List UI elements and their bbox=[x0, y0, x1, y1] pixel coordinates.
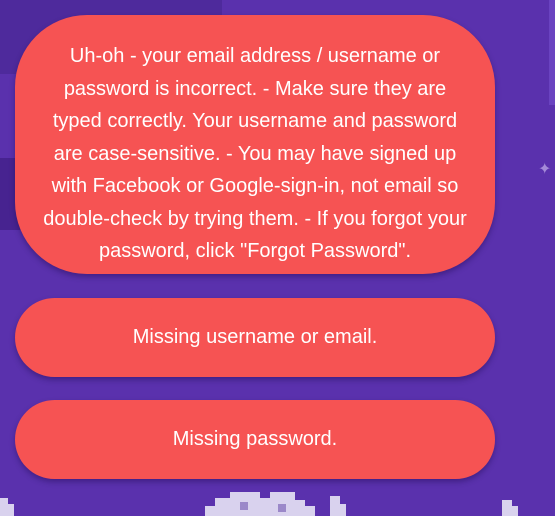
missing-password-toast[interactable]: Missing password. bbox=[15, 400, 495, 479]
pixel-hills-decoration bbox=[0, 492, 518, 516]
missing-username-message: Missing username or email. bbox=[132, 326, 378, 348]
missing-username-toast[interactable]: Missing username or email. bbox=[15, 298, 495, 377]
sparkle-icon: ✦ bbox=[538, 161, 552, 178]
background-strip bbox=[549, 0, 555, 105]
login-error-toast[interactable]: Uh-oh - your email address / username or… bbox=[15, 15, 495, 274]
login-error-message: Uh-oh - your email address / username or… bbox=[43, 45, 467, 262]
missing-password-message: Missing password. bbox=[172, 428, 338, 450]
